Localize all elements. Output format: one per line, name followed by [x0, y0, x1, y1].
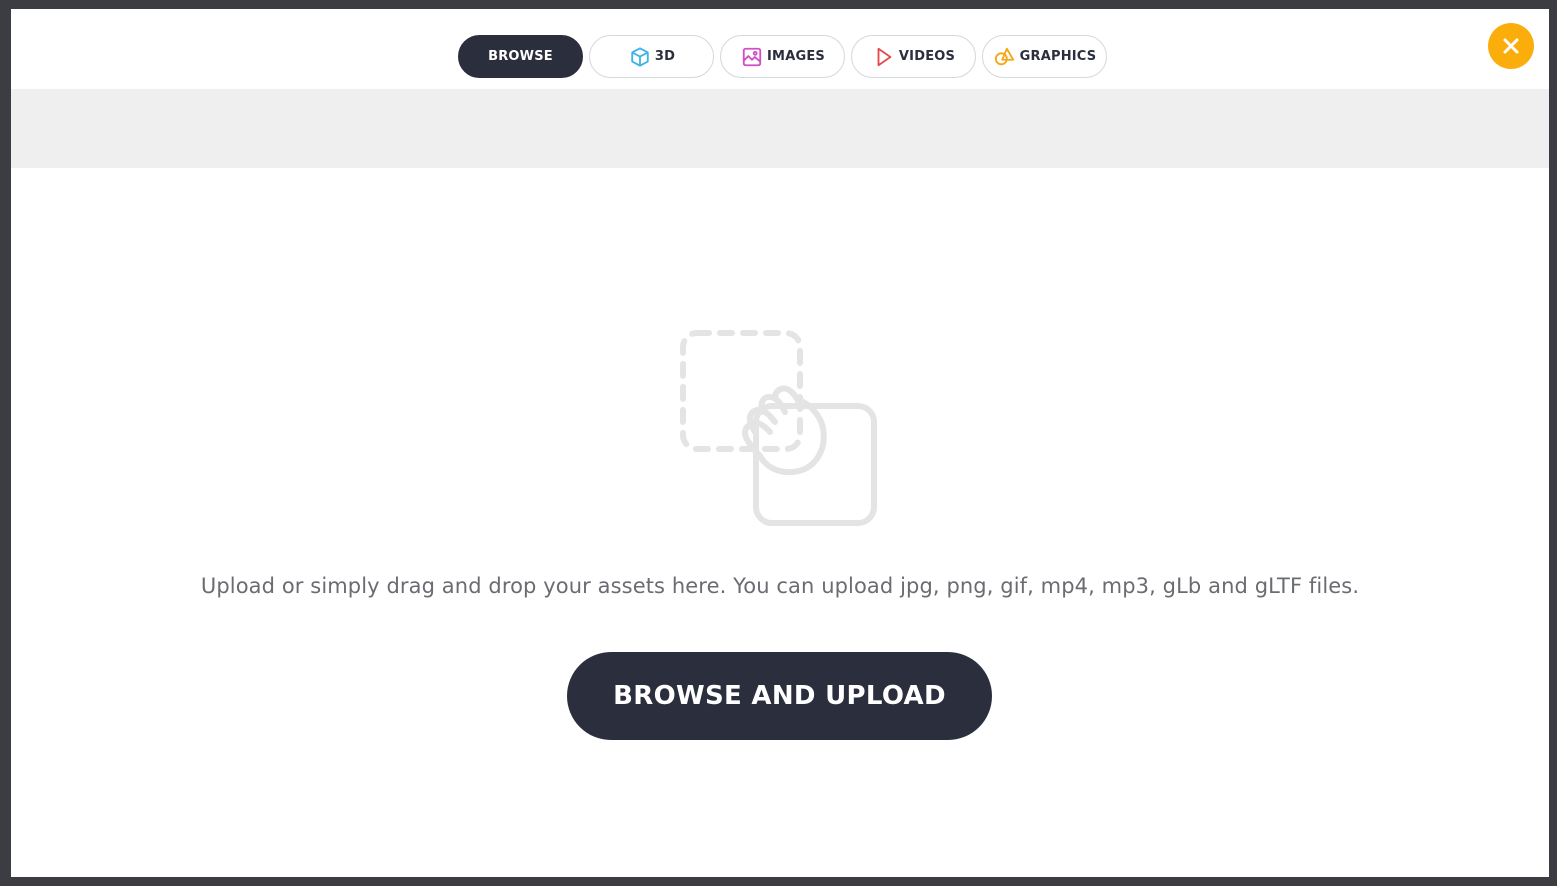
shapes-icon	[993, 45, 1017, 69]
drag-drop-icon	[675, 328, 885, 538]
tab-images[interactable]: IMAGES	[720, 35, 845, 78]
image-icon	[740, 45, 764, 69]
asset-type-tabs: BROWSE 3D IMAGES VIDEOS GRAPHICS	[458, 35, 1107, 78]
asset-type-tabbar: BROWSE 3D IMAGES VIDEOS GRAPHICS	[11, 9, 1549, 89]
tab-label: 3D	[654, 49, 676, 64]
close-icon	[1502, 37, 1520, 55]
tab-3d[interactable]: 3D	[589, 35, 714, 78]
tab-browse[interactable]: BROWSE	[458, 35, 583, 78]
cube-icon	[628, 45, 652, 69]
drop-zone[interactable]: Upload or simply drag and drop your asse…	[11, 168, 1549, 877]
tab-label: IMAGES	[767, 49, 825, 64]
tab-graphics[interactable]: GRAPHICS	[982, 35, 1107, 78]
tab-label: VIDEOS	[898, 49, 956, 64]
close-button[interactable]	[1488, 23, 1534, 69]
asset-upload-modal: BROWSE 3D IMAGES VIDEOS GRAPHICS Upload …	[11, 9, 1549, 877]
toolbar-placeholder	[11, 89, 1549, 168]
browse-and-upload-button[interactable]: BROWSE AND UPLOAD	[567, 652, 992, 740]
tab-videos[interactable]: VIDEOS	[851, 35, 976, 78]
tab-label: GRAPHICS	[1019, 49, 1097, 64]
drop-instructions: Upload or simply drag and drop your asse…	[200, 574, 1360, 598]
tab-label: BROWSE	[488, 49, 553, 64]
play-icon	[872, 45, 896, 69]
